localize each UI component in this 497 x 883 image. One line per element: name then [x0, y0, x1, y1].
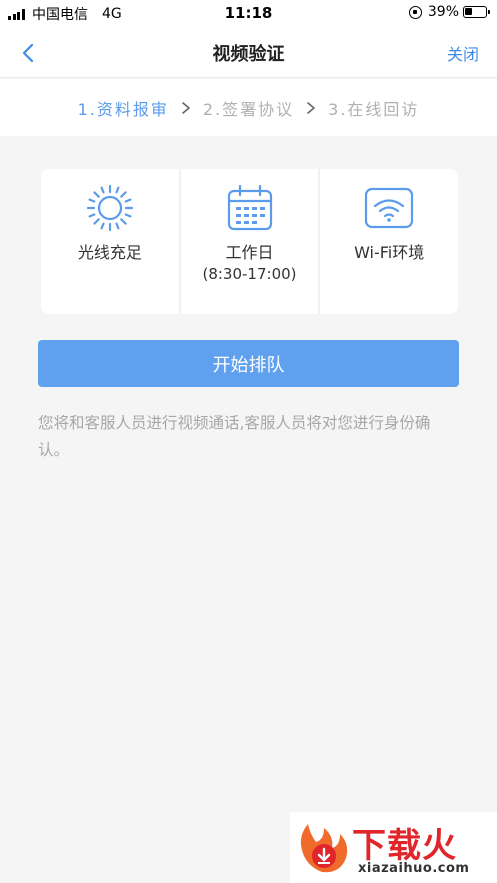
notice-text: 您将和客服人员进行视频通话,客服人员将对您进行身份确认。: [38, 414, 431, 459]
requirements-card: 光线充足 工作日 (8:30-17:00) Wi-Fi环境: [41, 169, 458, 314]
status-bar: 中国电信 4G 11:18 39%: [0, 0, 497, 26]
requirement-workday: 工作日 (8:30-17:00): [178, 169, 319, 314]
chevron-left-icon: [22, 43, 34, 63]
navigation-bar: 视频验证 关闭: [0, 26, 497, 78]
requirement-title: 光线充足: [77, 243, 142, 262]
chevron-right-icon: [307, 101, 315, 114]
page-title: 视频验证: [212, 44, 285, 65]
watermark-site: xiazaihuo.com: [358, 861, 470, 876]
chevron-right-icon: [182, 101, 190, 114]
calendar-icon: [227, 184, 272, 231]
watermark-title: 下载火: [352, 826, 457, 866]
status-right: 39%: [408, 4, 490, 20]
battery-fill: [465, 8, 472, 15]
start-queue-button[interactable]: 开始排队: [38, 340, 459, 387]
battery-icon: [463, 6, 490, 18]
flame-logo-icon: [300, 824, 348, 873]
requirement-title: 工作日: [225, 243, 274, 262]
requirement-lighting: 光线充足: [41, 169, 179, 314]
rotation-lock-icon: [408, 5, 422, 19]
watermark: 下载火 xiazaihuo.com: [290, 812, 497, 883]
close-button[interactable]: 关闭: [447, 41, 479, 65]
progress-steps: 1.资料报审 2.签署协议 3.在线回访: [0, 79, 497, 136]
requirement-title: Wi-Fi环境: [354, 243, 425, 262]
step-2-label: 2.签署协议: [202, 99, 295, 119]
requirement-wifi: Wi-Fi环境: [318, 169, 458, 314]
wifi-icon: [365, 187, 414, 229]
back-button[interactable]: [14, 38, 44, 68]
sun-icon: [86, 184, 133, 232]
step-1-label: 1.资料报审: [77, 99, 169, 119]
battery-percent: 39%: [427, 4, 459, 20]
requirement-hours: (8:30-17:00): [202, 265, 297, 283]
step-3-label: 3.在线回访: [328, 99, 420, 119]
